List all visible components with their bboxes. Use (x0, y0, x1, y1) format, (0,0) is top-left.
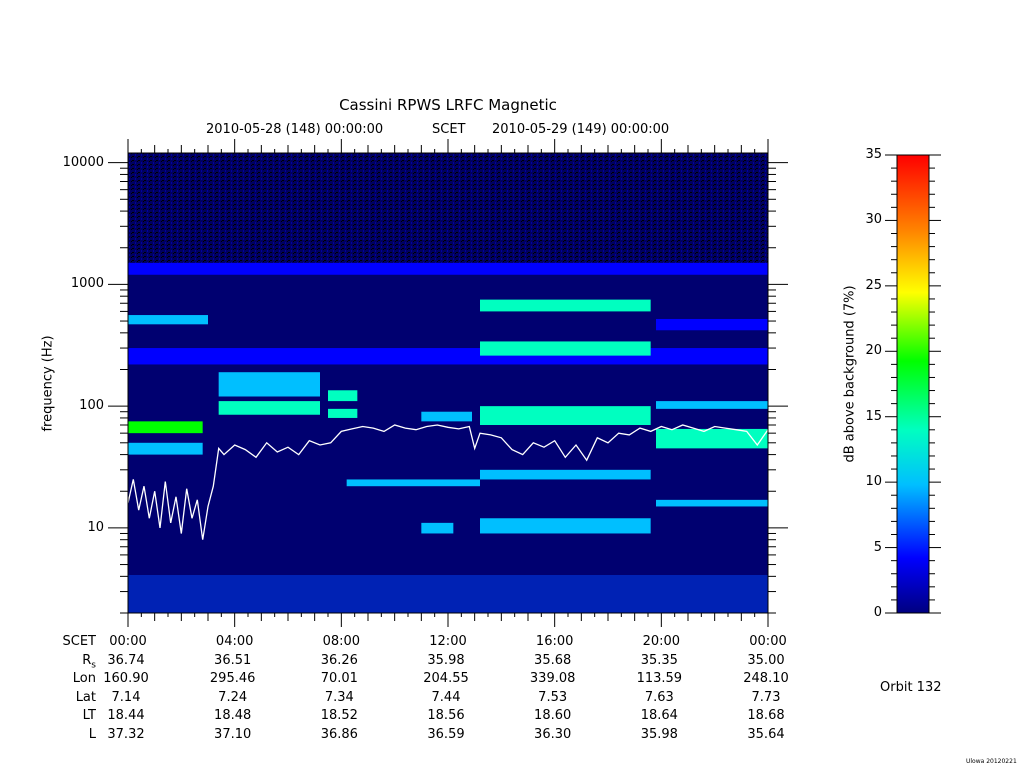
ephemeris-value: 20:00 (642, 634, 681, 649)
ephemeris-value: 36.59 (427, 726, 465, 742)
emission-band-11 (421, 522, 454, 534)
ephemeris-value: 36.74 (107, 652, 145, 668)
ephemeris-value: 12:00 (429, 634, 467, 649)
ephemeris-value: 35.64 (747, 726, 785, 742)
emission-band-16 (480, 518, 651, 534)
ephemeris-value: 295.46 (209, 671, 256, 686)
ephemeris-value: 35.35 (640, 652, 678, 668)
emission-band-12 (480, 299, 651, 312)
low-frequency-noise (128, 575, 768, 613)
colorbar-label: dB above background (7%) (842, 285, 858, 463)
ephemeris-value: 18.68 (747, 708, 785, 723)
y-tick-label: 10 (87, 519, 104, 535)
ephemeris-value: 7.14 (111, 689, 141, 705)
emission-band-19 (656, 428, 768, 449)
ephemeris-value: 35.68 (534, 652, 572, 668)
ephemeris-value: 7.24 (218, 689, 248, 705)
ephemeris-value: 18.44 (107, 708, 145, 723)
ephemeris-value: 204.55 (423, 671, 469, 686)
ephemeris-value: 339.08 (529, 671, 576, 686)
ephemeris-value: 35.98 (640, 726, 678, 742)
ephemeris-value: 18.64 (640, 708, 678, 723)
ephemeris-value: 18.56 (427, 708, 465, 723)
emission-band-13 (480, 341, 651, 356)
ephemeris-value: 36.26 (320, 652, 358, 668)
credit-label: Ulowa 20120221 (966, 758, 1017, 765)
orbit-label: Orbit 132 (880, 680, 942, 695)
y-tick-label: 1000 (70, 276, 104, 292)
ephemeris-value: 00:00 (109, 634, 147, 649)
emission-band-0 (128, 262, 768, 275)
ephemeris-value: 08:00 (322, 634, 361, 649)
emission-band-9 (346, 479, 480, 487)
emission-band-6 (218, 401, 320, 415)
emission-band-18 (656, 401, 768, 409)
ephemeris-value: 7.44 (431, 689, 461, 705)
ephemeris-value: 18.60 (534, 708, 572, 723)
ephemeris-value: 16:00 (535, 634, 574, 649)
colorbar-gradient (896, 154, 930, 614)
colorbar-tick-label: 0 (873, 605, 882, 620)
ephemeris-value: 36.86 (320, 726, 358, 742)
ephemeris-value: 160.90 (103, 671, 149, 686)
ephemeris-value: 7.63 (644, 689, 674, 705)
emission-band-2 (128, 421, 203, 434)
high-frequency-noise (128, 153, 768, 263)
ephemeris-value: 00:00 (749, 634, 787, 649)
ephemeris-value: 7.53 (538, 689, 568, 705)
ephemeris-value: 18.48 (214, 708, 252, 723)
ephemeris-value: 7.34 (324, 689, 354, 705)
ephemeris-value: 113.59 (636, 671, 683, 686)
y-tick-label: 10000 (62, 154, 104, 170)
ephemeris-value: 37.32 (107, 726, 145, 742)
ephemeris-value: 04:00 (215, 634, 254, 649)
ephemeris-value: 18.52 (320, 708, 358, 723)
colorbar-tick-label: 20 (865, 343, 882, 359)
ephemeris-value: 36.30 (534, 726, 572, 742)
ephemeris-value: 35.98 (427, 652, 465, 668)
colorbar-tick-label: 10 (865, 474, 882, 490)
emission-band-20 (656, 499, 768, 507)
emission-band-1 (128, 315, 208, 325)
emission-band-4 (128, 348, 768, 365)
colorbar-tick-label: 35 (865, 147, 882, 162)
colorbar (885, 154, 941, 614)
emission-band-3 (128, 442, 203, 455)
colorbar-tick-label: 25 (865, 277, 882, 293)
ephemeris-value: 248.10 (743, 671, 789, 686)
emission-band-8 (328, 408, 358, 418)
emission-band-10 (421, 411, 472, 422)
colorbar-tick-label: 5 (873, 539, 882, 555)
emission-band-7 (328, 390, 358, 402)
ephemeris-value: 35.00 (747, 652, 785, 668)
colorbar-tick-label: 15 (865, 408, 882, 424)
colorbar-tick-label: 30 (865, 212, 882, 228)
y-tick-label: 100 (79, 398, 104, 414)
ephemeris-value: 36.51 (214, 652, 252, 668)
emission-band-14 (480, 406, 651, 426)
emission-band-5 (218, 372, 320, 397)
ephemeris-value: 7.73 (751, 689, 781, 705)
ephemeris-value: 70.01 (320, 671, 358, 686)
emission-band-15 (480, 469, 651, 480)
emission-band-17 (656, 318, 768, 331)
ephemeris-value: 37.10 (214, 726, 252, 742)
